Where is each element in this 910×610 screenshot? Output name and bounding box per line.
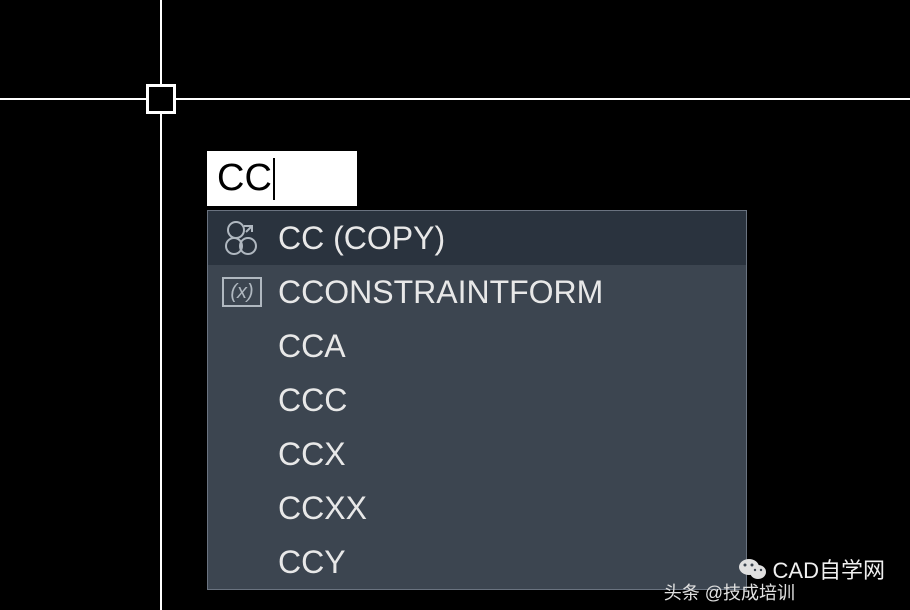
command-input[interactable]: CC (207, 151, 357, 206)
empty-icon (218, 430, 266, 478)
autocomplete-item-cca[interactable]: CCA (208, 319, 746, 373)
autocomplete-item-label: CCY (278, 544, 346, 581)
text-cursor (273, 158, 275, 200)
autocomplete-item-label: CCONSTRAINTFORM (278, 274, 603, 311)
variable-icon: (x) (218, 268, 266, 316)
autocomplete-item-label: CCX (278, 436, 346, 473)
autocomplete-item-cc-copy[interactable]: CC (COPY) (208, 211, 746, 265)
empty-icon (218, 538, 266, 586)
empty-icon (218, 322, 266, 370)
crosshair-cursor-box (146, 84, 176, 114)
empty-icon (218, 376, 266, 424)
crosshair-horizontal (0, 98, 910, 100)
autocomplete-item-label: CC (COPY) (278, 220, 445, 257)
copy-icon (218, 214, 266, 262)
autocomplete-item-label: CCXX (278, 490, 367, 527)
autocomplete-item-cconstraintform[interactable]: (x) CCONSTRAINTFORM (208, 265, 746, 319)
autocomplete-item-label: CCA (278, 328, 346, 365)
watermark-bottom-text: 头条 @技成培训 (664, 579, 795, 605)
autocomplete-item-ccxx[interactable]: CCXX (208, 481, 746, 535)
empty-icon (218, 484, 266, 532)
autocomplete-item-ccx[interactable]: CCX (208, 427, 746, 481)
autocomplete-item-label: CCC (278, 382, 347, 419)
command-input-value: CC (217, 157, 272, 200)
autocomplete-dropdown: CC (COPY) (x) CCONSTRAINTFORM CCA CCC CC… (207, 210, 747, 590)
autocomplete-item-ccc[interactable]: CCC (208, 373, 746, 427)
